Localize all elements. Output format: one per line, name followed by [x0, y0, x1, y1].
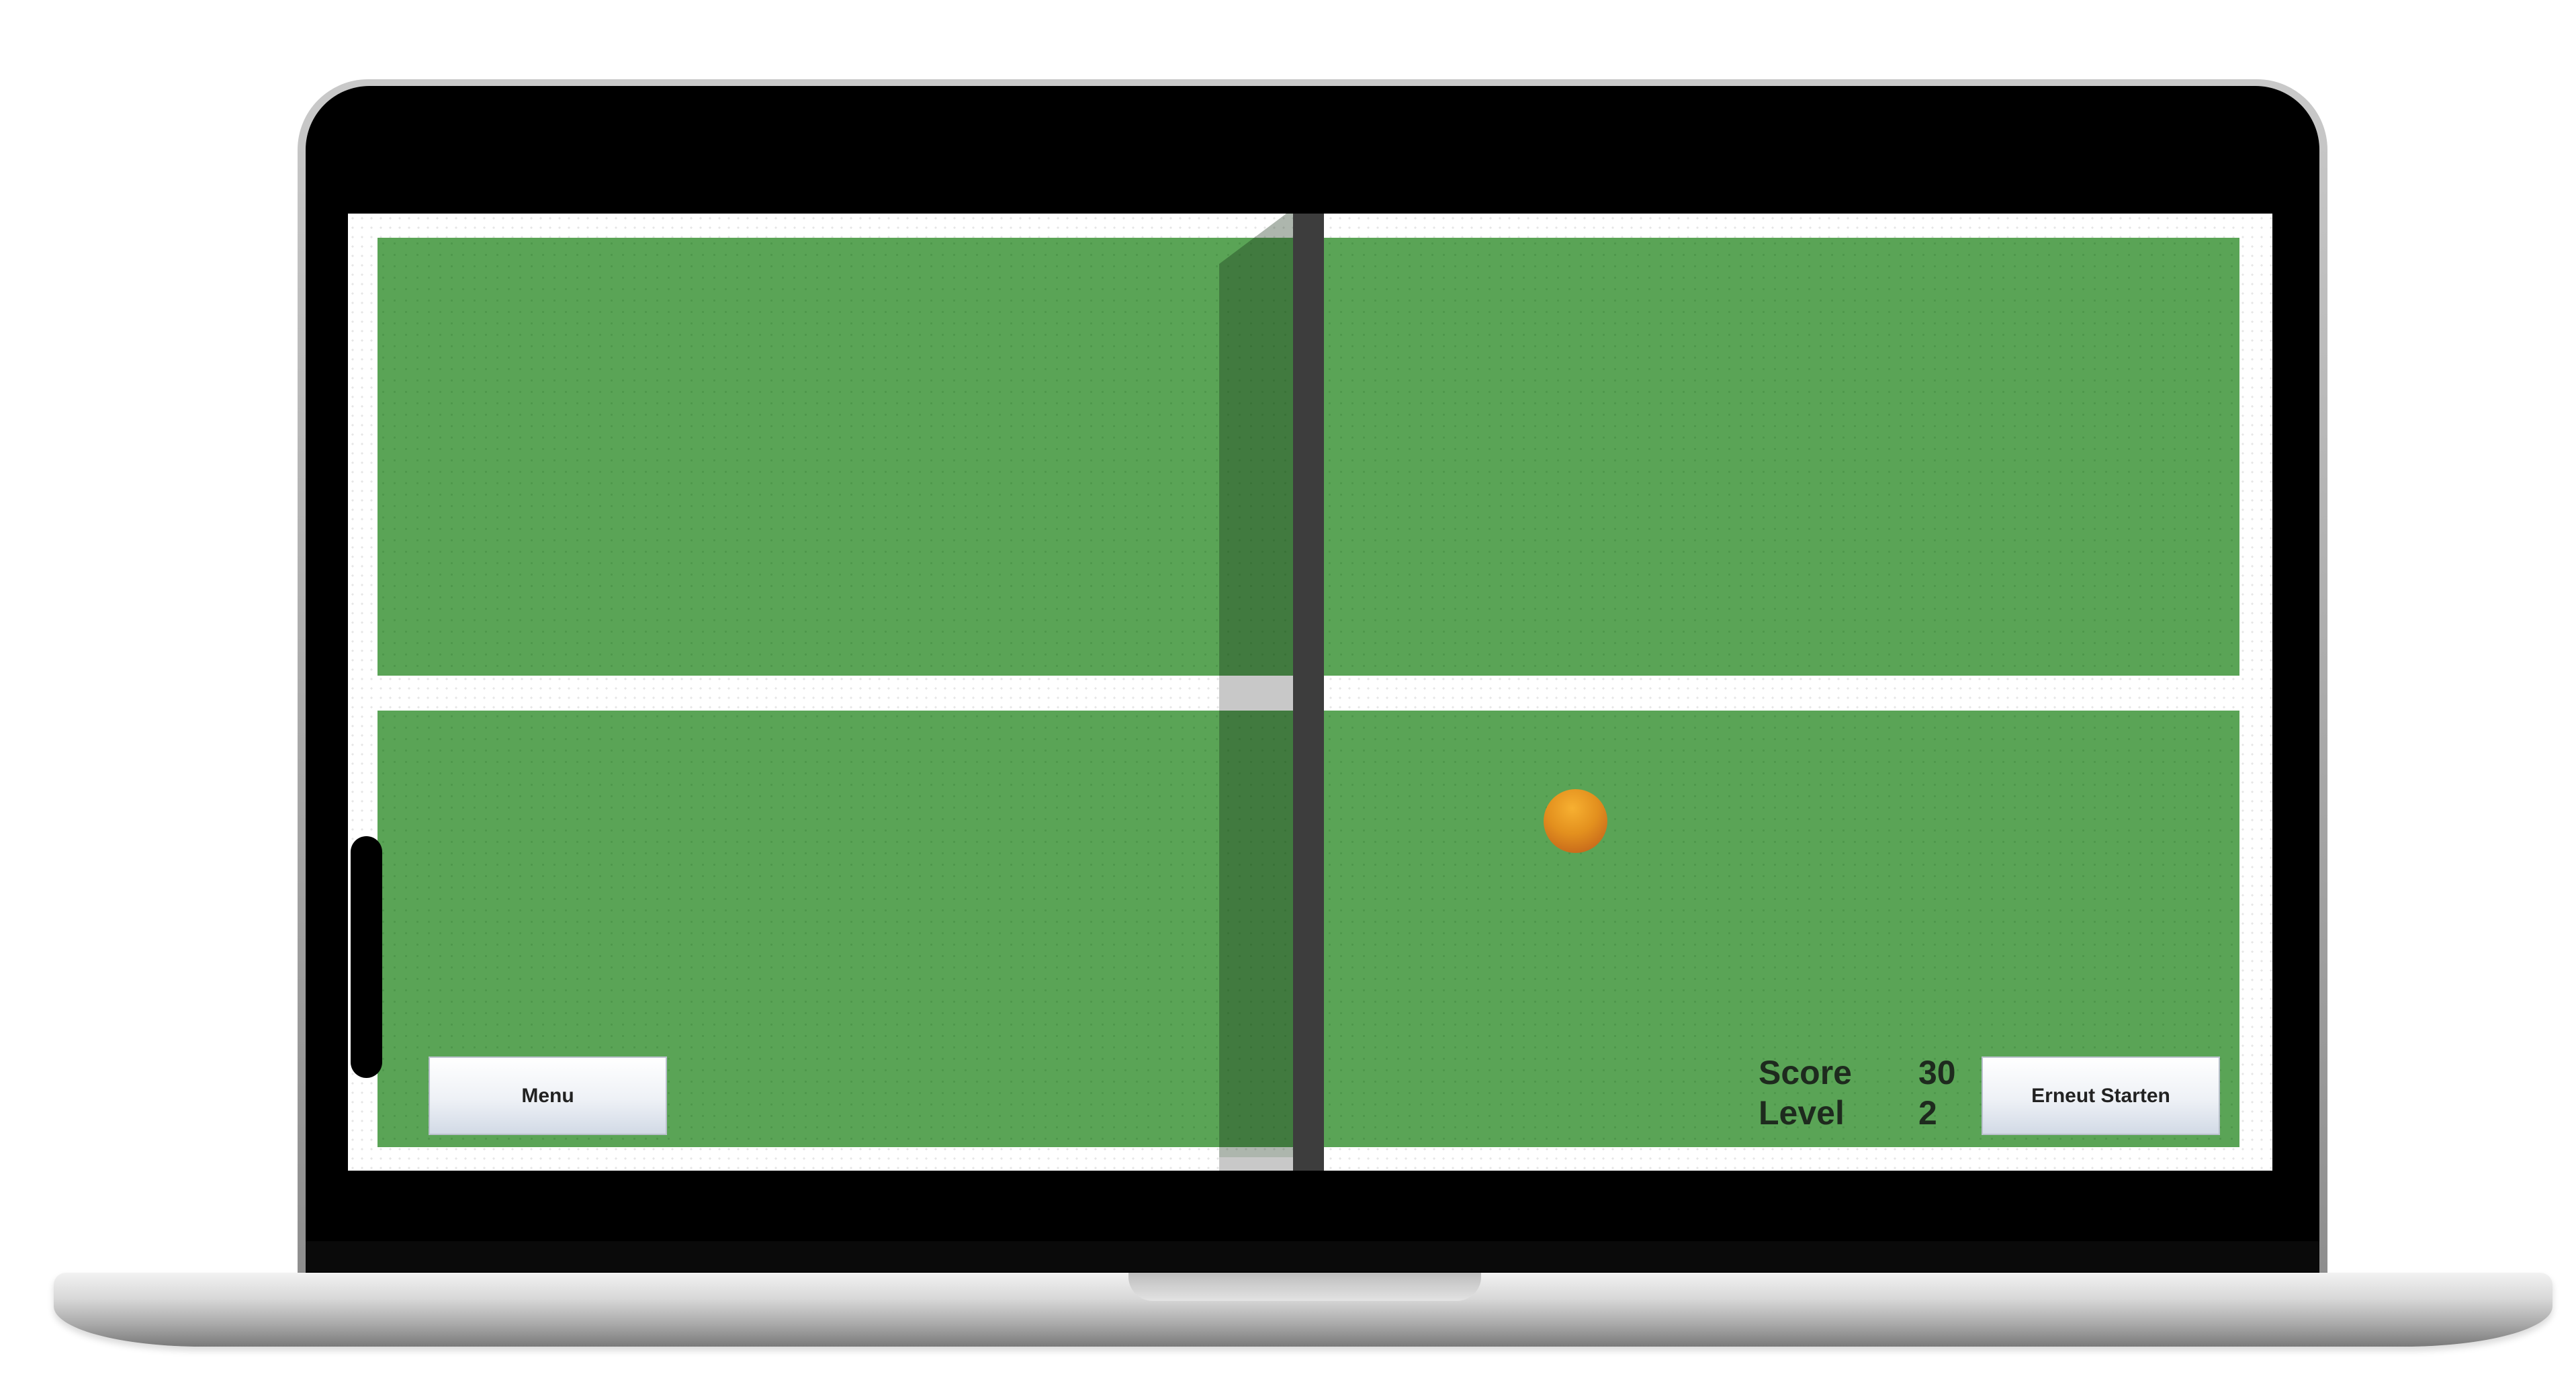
court-top-right: [1324, 238, 2239, 676]
net-shadow-bottom: [1219, 1157, 1293, 1171]
player-paddle[interactable]: [351, 836, 382, 1078]
net: [1293, 214, 1324, 1171]
stage: Menu Score 30 Level 2 Erneut Starten: [0, 0, 2576, 1399]
score-label: Score: [1759, 1054, 1852, 1091]
menu-button[interactable]: Menu: [429, 1056, 667, 1135]
net-shadow-centerline: [1219, 676, 1293, 711]
laptop-chin: [306, 1241, 2319, 1271]
level-label: Level: [1759, 1094, 1845, 1132]
court-top-left: [377, 238, 1293, 676]
restart-button[interactable]: Erneut Starten: [1982, 1056, 2220, 1135]
laptop-notch: [1128, 1273, 1481, 1301]
game-screen: Menu Score 30 Level 2 Erneut Starten: [348, 214, 2272, 1171]
level-value: 2: [1918, 1094, 1937, 1132]
ball: [1544, 789, 1607, 853]
score-value: 30: [1918, 1054, 1956, 1091]
